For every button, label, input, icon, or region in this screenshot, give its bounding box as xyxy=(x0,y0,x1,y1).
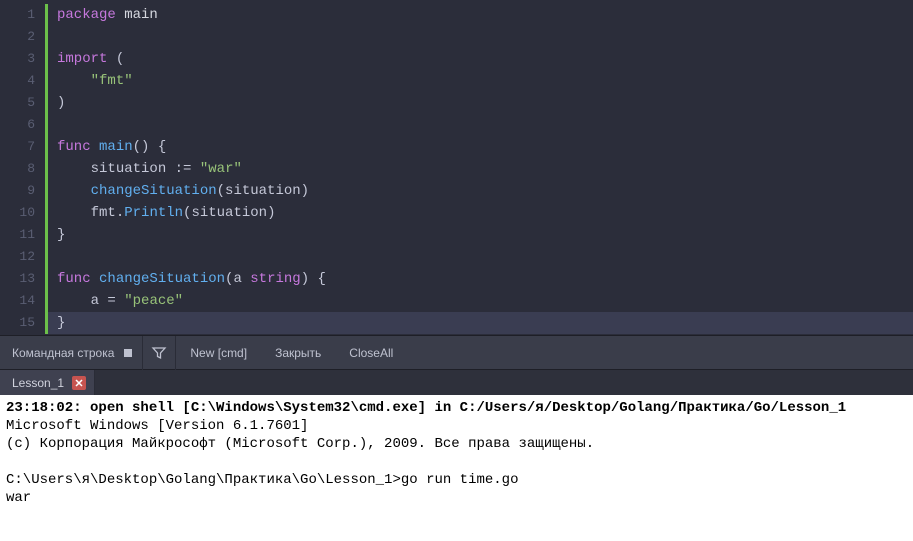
line-number: 3 xyxy=(0,48,35,70)
terminal-title: Командная строка xyxy=(0,346,124,360)
code-line[interactable]: } xyxy=(47,312,913,334)
line-number: 4 xyxy=(0,70,35,92)
line-number: 13 xyxy=(0,268,35,290)
line-number: 14 xyxy=(0,290,35,312)
line-number: 5 xyxy=(0,92,35,114)
terminal-tab[interactable]: Lesson_1 xyxy=(0,370,95,395)
code-line[interactable]: ) xyxy=(47,92,913,114)
code-line[interactable]: situation := "war" xyxy=(47,158,913,180)
code-line[interactable]: changeSituation(situation) xyxy=(47,180,913,202)
terminal-line xyxy=(6,453,907,471)
code-line[interactable] xyxy=(47,26,913,48)
new-terminal-button[interactable]: New [cmd] xyxy=(176,336,261,370)
terminal-output[interactable]: 23:18:02: open shell [C:\Windows\System3… xyxy=(0,395,913,541)
code-editor[interactable]: 123456789101112131415 package mainimport… xyxy=(0,0,913,335)
code-line[interactable]: func main() { xyxy=(47,136,913,158)
terminal-line: Microsoft Windows [Version 6.1.7601] xyxy=(6,417,907,435)
line-number: 10 xyxy=(0,202,35,224)
code-area[interactable]: package main import ( "fmt") func main() {… xyxy=(45,0,913,335)
code-line[interactable] xyxy=(47,114,913,136)
filter-icon xyxy=(151,345,167,361)
close-terminal-button[interactable]: Закрыть xyxy=(261,336,335,370)
code-line[interactable]: fmt.Println(situation) xyxy=(47,202,913,224)
line-number: 12 xyxy=(0,246,35,268)
line-number: 6 xyxy=(0,114,35,136)
line-number: 8 xyxy=(0,158,35,180)
code-line[interactable]: "fmt" xyxy=(47,70,913,92)
code-line[interactable]: func changeSituation(a string) { xyxy=(47,268,913,290)
code-line[interactable]: } xyxy=(47,224,913,246)
code-line[interactable]: a = "peace" xyxy=(47,290,913,312)
terminal-line: war xyxy=(6,489,907,507)
terminal-toolbar: Командная строка New [cmd] Закрыть Close… xyxy=(0,335,913,369)
tab-label: Lesson_1 xyxy=(12,376,64,390)
code-line[interactable] xyxy=(47,246,913,268)
terminal-line: 23:18:02: open shell [C:\Windows\System3… xyxy=(6,399,907,417)
code-line[interactable]: package main xyxy=(47,4,913,26)
line-number: 9 xyxy=(0,180,35,202)
change-marker xyxy=(45,4,48,334)
line-number: 1 xyxy=(0,4,35,26)
line-number-gutter: 123456789101112131415 xyxy=(0,0,45,335)
filter-button[interactable] xyxy=(142,336,176,370)
terminal-line: C:\Users\я\Desktop\Golang\Практика\Go\Le… xyxy=(6,471,907,489)
close-all-button[interactable]: CloseAll xyxy=(335,336,407,370)
code-line[interactable]: import ( xyxy=(47,48,913,70)
stop-icon[interactable] xyxy=(124,349,132,357)
tab-close-button[interactable] xyxy=(72,376,86,390)
close-icon xyxy=(75,379,83,387)
terminal-line: (c) Корпорация Майкрософт (Microsoft Cor… xyxy=(6,435,907,453)
line-number: 7 xyxy=(0,136,35,158)
line-number: 11 xyxy=(0,224,35,246)
line-number: 2 xyxy=(0,26,35,48)
line-number: 15 xyxy=(0,312,35,334)
terminal-tabs: Lesson_1 xyxy=(0,369,913,395)
